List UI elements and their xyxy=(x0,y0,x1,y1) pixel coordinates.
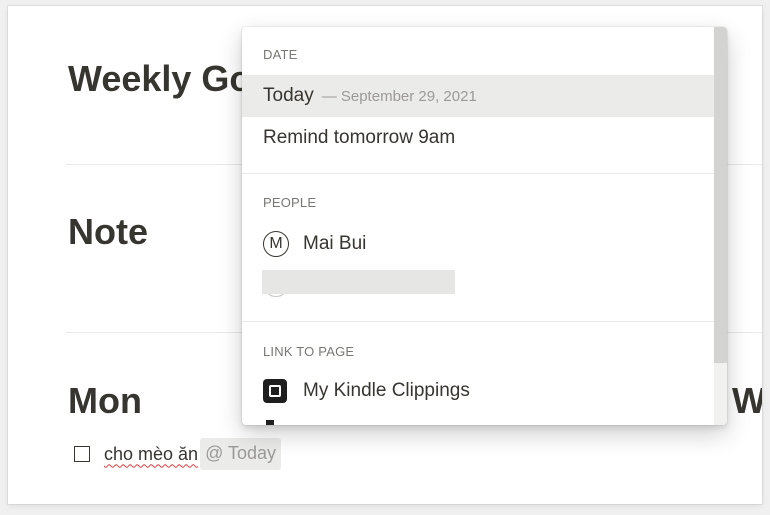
clipped-menu-item[interactable] xyxy=(302,419,462,425)
menu-divider xyxy=(242,173,714,174)
menu-item-label: Remind tomorrow 9am xyxy=(263,127,456,148)
todo-checkbox[interactable] xyxy=(74,446,90,462)
heading-note[interactable]: Note xyxy=(68,211,148,253)
mention-dropdown-menu: DATE Today — September 29, 2021 Remind t… xyxy=(242,27,727,425)
menu-item-label: Today xyxy=(263,85,314,106)
menu-item-remind-tomorrow[interactable]: Remind tomorrow 9am xyxy=(242,117,714,159)
menu-item-today[interactable]: Today — September 29, 2021 xyxy=(242,75,714,117)
date-mention-placeholder[interactable]: @ Today xyxy=(200,438,282,470)
scrollbar-track[interactable] xyxy=(714,27,727,425)
page-icon xyxy=(266,420,274,425)
person-name: Mai Bui xyxy=(303,233,367,254)
menu-item-date-sub: — September 29, 2021 xyxy=(321,87,477,105)
menu-item-person-mai-bui[interactable]: M Mai Bui xyxy=(242,223,714,265)
kindle-icon xyxy=(263,379,287,403)
section-label-link-to-page: LINK TO PAGE xyxy=(263,344,355,359)
heading-mon[interactable]: Mon xyxy=(68,380,142,422)
page-link-label: My Kindle Clippings xyxy=(303,380,470,401)
menu-item-my-kindle-clippings[interactable]: My Kindle Clippings xyxy=(242,370,714,412)
scrollbar-thumb[interactable] xyxy=(714,27,727,363)
todo-item: cho mèo ăn @ Today xyxy=(74,438,282,470)
menu-divider xyxy=(242,321,714,322)
heading-weekly-goals[interactable]: Weekly Go xyxy=(68,58,251,100)
avatar: M xyxy=(263,231,289,257)
todo-text[interactable]: cho mèo ăn xyxy=(104,444,198,465)
redacted-person-entry[interactable] xyxy=(262,270,455,294)
section-label-date: DATE xyxy=(263,47,298,62)
section-label-people: PEOPLE xyxy=(263,195,317,210)
heading-partial-right[interactable]: W xyxy=(732,380,762,422)
